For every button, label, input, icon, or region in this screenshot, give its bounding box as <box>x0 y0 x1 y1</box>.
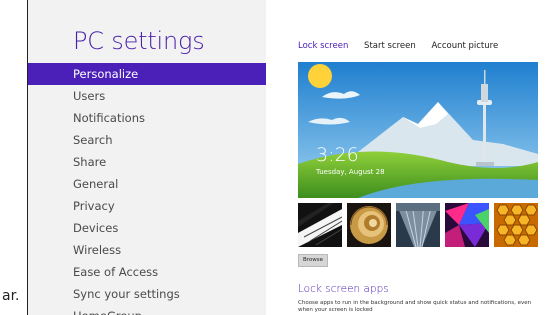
tab-account-picture[interactable]: Account picture <box>431 41 498 51</box>
sidebar-nav: Personalize Users Notifications Search S… <box>28 63 266 315</box>
browse-button[interactable]: Browse <box>298 254 328 267</box>
sidebar-item-notifications[interactable]: Notifications <box>28 107 266 129</box>
lock-screen-preview: 3:26 Tuesday, August 28 <box>298 62 538 198</box>
piano-keys-image <box>298 203 342 247</box>
wallpaper-thumbnail-geometric[interactable] <box>445 203 489 247</box>
sidebar-item-ease-of-access[interactable]: Ease of Access <box>28 261 266 283</box>
truncated-background-text: ar. <box>2 288 20 304</box>
lock-screen-date: Tuesday, August 28 <box>316 168 385 176</box>
tab-lock-screen[interactable]: Lock screen <box>298 41 348 51</box>
sidebar-item-users[interactable]: Users <box>28 85 266 107</box>
wallpaper-thumbnail-shell[interactable] <box>347 203 391 247</box>
wallpaper-thumbnail-escalator[interactable] <box>396 203 440 247</box>
lock-screen-apps-heading: Lock screen apps <box>298 283 389 295</box>
wallpaper-thumbnail-piano[interactable] <box>298 203 342 247</box>
sidebar-item-sync-settings[interactable]: Sync your settings <box>28 283 266 305</box>
sidebar-item-share[interactable]: Share <box>28 151 266 173</box>
lock-screen-wallpaper <box>298 62 538 198</box>
sidebar-item-privacy[interactable]: Privacy <box>28 195 266 217</box>
sidebar-item-devices[interactable]: Devices <box>28 217 266 239</box>
sidebar-item-personalize[interactable]: Personalize <box>28 63 266 85</box>
sidebar-item-general[interactable]: General <box>28 173 266 195</box>
tab-start-screen[interactable]: Start screen <box>364 41 416 51</box>
page-title: PC settings <box>73 27 205 55</box>
lock-screen-time: 3:26 <box>316 144 359 166</box>
sidebar-item-search[interactable]: Search <box>28 129 266 151</box>
wallpaper-thumbnail-honeycomb[interactable] <box>494 203 538 247</box>
sidebar: PC settings Personalize Users Notificati… <box>28 0 266 315</box>
honeycomb-image <box>494 203 538 247</box>
sidebar-item-homegroup[interactable]: HomeGroup <box>28 305 266 315</box>
sidebar-item-wireless[interactable]: Wireless <box>28 239 266 261</box>
geometric-pattern-image <box>445 203 489 247</box>
nautilus-shell-image <box>347 203 391 247</box>
lock-screen-apps-description: Choose apps to run in the background and… <box>298 300 532 313</box>
main-panel: Lock screen Start screen Account picture <box>266 0 560 315</box>
settings-window: PC settings Personalize Users Notificati… <box>27 0 560 315</box>
escalator-image <box>396 203 440 247</box>
tab-bar: Lock screen Start screen Account picture <box>298 41 511 51</box>
